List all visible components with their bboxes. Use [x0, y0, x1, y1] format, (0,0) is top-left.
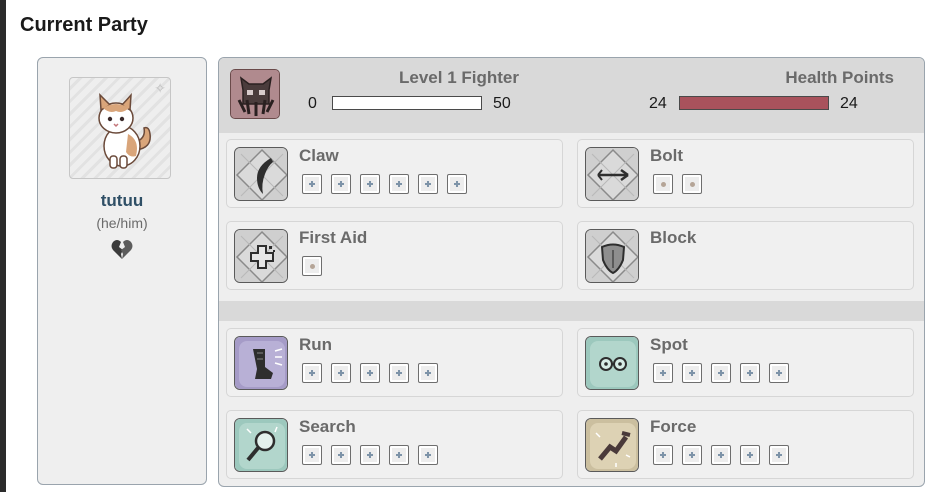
skill-pip — [331, 174, 351, 194]
skill-name: Force — [650, 417, 697, 436]
pet-name[interactable]: tutuu — [38, 191, 206, 211]
claw-icon — [234, 147, 288, 201]
window-edge — [0, 0, 6, 492]
skill-pip — [447, 174, 467, 194]
skill-name: Block — [650, 228, 697, 247]
hp-bar — [679, 96, 829, 110]
skill-claw[interactable]: Claw — [226, 139, 563, 208]
skill-force[interactable]: Force — [577, 410, 914, 479]
skill-name: First Aid — [299, 228, 368, 247]
skill-name: Bolt — [650, 146, 684, 165]
skill-pip — [360, 363, 380, 383]
skills-divider — [219, 301, 924, 321]
skill-level-pips — [653, 363, 789, 383]
pet-pronouns: (he/him) — [96, 215, 148, 231]
skill-pip — [331, 445, 351, 465]
skill-pip — [418, 174, 438, 194]
skill-spot[interactable]: Spot — [577, 328, 914, 397]
skill-pip — [769, 445, 789, 465]
cat-icon — [98, 92, 151, 169]
xp-current: 0 — [308, 95, 317, 112]
health-points-title: Health Points — [785, 68, 894, 87]
skill-pip — [302, 363, 322, 383]
skill-pip — [302, 174, 322, 194]
level-class-title: Level 1 Fighter — [399, 68, 519, 87]
skill-pip — [302, 445, 322, 465]
skill-run[interactable]: Run — [226, 328, 563, 397]
skill-pip — [653, 174, 673, 194]
skill-name: Search — [299, 417, 356, 436]
skill-pip — [653, 445, 673, 465]
skill-pip — [389, 363, 409, 383]
skill-pip — [711, 363, 731, 383]
skill-bolt[interactable]: Bolt — [577, 139, 914, 208]
skill-pip — [740, 363, 760, 383]
hp-bar-fill — [680, 97, 828, 109]
skill-level-pips — [653, 445, 789, 465]
skill-search[interactable]: Search — [226, 410, 563, 479]
skill-name: Run — [299, 335, 333, 354]
skill-first-aid[interactable]: First Aid — [226, 221, 563, 290]
xp-max: 50 — [493, 95, 511, 112]
skill-level-pips — [302, 445, 438, 465]
pet-portrait[interactable]: ✧ — [69, 77, 171, 179]
skill-level-pips — [302, 256, 322, 276]
magnifier-icon — [234, 418, 288, 472]
boot-icon — [234, 336, 288, 390]
skill-pip — [682, 174, 702, 194]
skill-pip — [418, 363, 438, 383]
skill-pip — [740, 445, 760, 465]
skill-pip — [389, 174, 409, 194]
eyes-icon — [585, 336, 639, 390]
crowbar-icon — [585, 418, 639, 472]
hp-current: 24 — [649, 95, 667, 112]
section-title: Current Party — [20, 14, 148, 36]
skill-pip — [682, 363, 702, 383]
pet-details-panel: Level 1 Fighter 0 50 Health Points 24 24… — [218, 57, 925, 487]
skill-pip — [360, 174, 380, 194]
skill-block[interactable]: Block — [577, 221, 914, 290]
skill-pip — [389, 445, 409, 465]
pet-card[interactable]: ✧ tutuu (he/him) — [37, 57, 207, 485]
skill-level-pips — [302, 363, 438, 383]
fighter-class-icon — [230, 69, 280, 119]
skill-name: Spot — [650, 335, 688, 354]
skill-pip — [711, 445, 731, 465]
skill-pip — [418, 445, 438, 465]
skill-level-pips — [302, 174, 467, 194]
skill-name: Claw — [299, 146, 339, 165]
bolt-arrow-icon — [585, 147, 639, 201]
hp-max: 24 — [840, 95, 858, 112]
first-aid-icon — [234, 229, 288, 283]
skill-pip — [360, 445, 380, 465]
skill-pip — [769, 363, 789, 383]
skill-pip — [682, 445, 702, 465]
skill-pip — [302, 256, 322, 276]
skill-level-pips — [653, 174, 702, 194]
broken-heart-icon — [111, 240, 133, 259]
xp-bar — [332, 96, 482, 110]
skill-pip — [331, 363, 351, 383]
skill-pip — [653, 363, 673, 383]
shield-icon — [585, 229, 639, 283]
